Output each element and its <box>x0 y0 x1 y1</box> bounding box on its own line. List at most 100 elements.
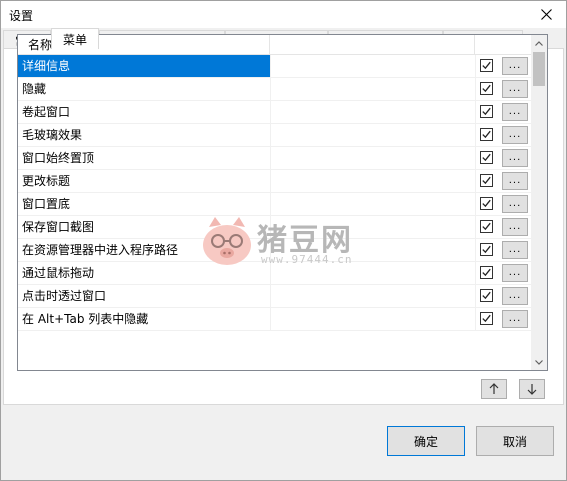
column-divider <box>475 262 476 284</box>
list-item-label: 在 Alt+Tab 列表中隐藏 <box>22 312 149 326</box>
column-divider <box>475 55 476 77</box>
list-item[interactable]: 通过鼠标拖动... <box>18 262 533 285</box>
column-divider <box>270 124 271 146</box>
list-item[interactable]: 窗口始终置顶... <box>18 147 533 170</box>
list-item-label: 在资源管理器中进入程序路径 <box>22 243 179 257</box>
checkmark-icon <box>482 291 491 300</box>
move-up-button[interactable] <box>481 379 507 399</box>
enabled-checkbox[interactable] <box>480 105 493 118</box>
scroll-down-arrow[interactable] <box>531 354 547 370</box>
options-button[interactable]: ... <box>502 126 528 144</box>
list-rows: 详细信息... 隐藏... 卷起窗口... 毛玻璃效果... 窗口始终置顶... 更改标题… <box>18 55 533 331</box>
column-divider <box>270 216 271 238</box>
options-button[interactable]: ... <box>502 172 528 190</box>
list-item[interactable]: 隐藏... <box>18 78 533 101</box>
checkmark-icon <box>482 222 491 231</box>
column-divider <box>475 216 476 238</box>
enabled-checkbox[interactable] <box>480 220 493 233</box>
column-divider <box>475 124 476 146</box>
column-divider <box>270 285 271 307</box>
enabled-checkbox[interactable] <box>480 243 493 256</box>
column-divider <box>270 239 271 261</box>
column-divider <box>475 239 476 261</box>
list-item-label: 点击时透过窗口 <box>22 289 107 303</box>
menu-list[interactable]: 名称 详细信息... 隐藏... 卷起窗口... 毛玻璃效果... 窗口始终置顶... 更… <box>17 34 548 371</box>
checkmark-icon <box>482 84 491 93</box>
options-button[interactable]: ... <box>502 57 528 75</box>
tab-menu[interactable]: 菜单 <box>51 28 99 49</box>
list-item-label: 详细信息 <box>22 59 71 73</box>
vertical-scrollbar[interactable] <box>531 35 547 370</box>
checkmark-icon <box>482 268 491 277</box>
enabled-checkbox[interactable] <box>480 82 493 95</box>
enabled-checkbox[interactable] <box>480 266 493 279</box>
enabled-checkbox[interactable] <box>480 289 493 302</box>
list-item[interactable]: 卷起窗口... <box>18 101 533 124</box>
enabled-checkbox[interactable] <box>480 312 493 325</box>
column-divider <box>270 101 271 123</box>
column-header-blank[interactable] <box>270 35 475 55</box>
checkmark-icon <box>482 153 491 162</box>
window-title: 设置 <box>9 9 34 23</box>
column-divider <box>270 147 271 169</box>
checkmark-icon <box>482 176 491 185</box>
list-item[interactable]: 更改标题... <box>18 170 533 193</box>
list-item[interactable]: 在资源管理器中进入程序路径... <box>18 239 533 262</box>
options-button[interactable]: ... <box>502 218 528 236</box>
enabled-checkbox[interactable] <box>480 59 493 72</box>
list-item-label: 窗口始终置顶 <box>22 151 95 165</box>
column-divider <box>270 55 271 77</box>
list-item[interactable]: 在 Alt+Tab 列表中隐藏... <box>18 308 533 331</box>
checkmark-icon <box>482 314 491 323</box>
enabled-checkbox[interactable] <box>480 151 493 164</box>
list-item[interactable]: 详细信息... <box>18 55 533 78</box>
options-button[interactable]: ... <box>502 149 528 167</box>
checkmark-icon <box>482 130 491 139</box>
enabled-checkbox[interactable] <box>480 174 493 187</box>
close-button[interactable] <box>526 1 566 28</box>
chevron-down-icon <box>535 359 543 365</box>
scroll-up-arrow[interactable] <box>531 35 547 51</box>
column-divider <box>270 193 271 215</box>
list-item[interactable]: 保存窗口截图... <box>18 216 533 239</box>
enabled-checkbox[interactable] <box>480 197 493 210</box>
list-item[interactable]: 窗口置底... <box>18 193 533 216</box>
list-item[interactable]: 毛玻璃效果... <box>18 124 533 147</box>
column-divider <box>270 170 271 192</box>
cancel-button[interactable]: 取消 <box>476 426 554 456</box>
settings-window: 设置 常规 菜单 菜单（调整窗口大小） 菜单（启动程序） 菜单（窗户调光器） 菜… <box>0 0 567 481</box>
list-item-label: 更改标题 <box>22 174 71 188</box>
column-divider <box>475 78 476 100</box>
column-divider <box>475 285 476 307</box>
options-button[interactable]: ... <box>502 241 528 259</box>
column-divider <box>270 78 271 100</box>
list-item-label: 隐藏 <box>22 82 47 96</box>
options-button[interactable]: ... <box>502 310 528 328</box>
checkmark-icon <box>482 107 491 116</box>
column-divider <box>270 308 271 330</box>
column-divider <box>475 193 476 215</box>
title-bar[interactable]: 设置 <box>1 1 566 28</box>
move-down-button[interactable] <box>519 379 545 399</box>
scroll-thumb[interactable] <box>533 52 545 86</box>
list-item-label: 保存窗口截图 <box>22 220 95 234</box>
list-item-label: 卷起窗口 <box>22 105 71 119</box>
list-item-label: 窗口置底 <box>22 197 71 211</box>
list-item-label: 通过鼠标拖动 <box>22 266 95 280</box>
checkmark-icon <box>482 199 491 208</box>
options-button[interactable]: ... <box>502 264 528 282</box>
enabled-checkbox[interactable] <box>480 128 493 141</box>
list-item-label: 毛玻璃效果 <box>22 128 83 142</box>
options-button[interactable]: ... <box>502 195 528 213</box>
column-divider <box>475 147 476 169</box>
column-divider <box>270 262 271 284</box>
close-icon <box>540 9 552 20</box>
list-item[interactable]: 点击时透过窗口... <box>18 285 533 308</box>
ok-button[interactable]: 确定 <box>387 426 465 456</box>
options-button[interactable]: ... <box>502 80 528 98</box>
options-button[interactable]: ... <box>502 103 528 121</box>
arrow-down-icon <box>527 384 537 395</box>
checkmark-icon <box>482 61 491 70</box>
column-divider <box>475 170 476 192</box>
options-button[interactable]: ... <box>502 287 528 305</box>
